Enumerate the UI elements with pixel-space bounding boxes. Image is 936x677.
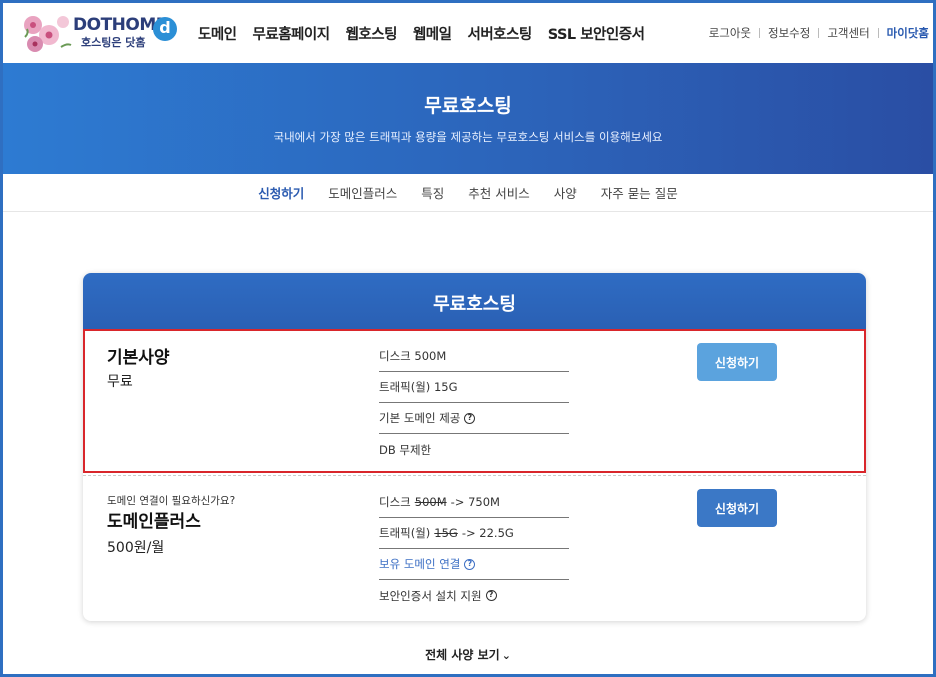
plan-plus-name: 도메인플러스 (107, 512, 201, 532)
plan-plus-pretitle: 도메인 연결이 필요하신가요? (107, 495, 236, 507)
selection-highlight (83, 329, 866, 473)
spec-disk-old: 500M (414, 495, 447, 509)
banner-subtitle: 국내에서 가장 많은 트래픽과 용량을 제공하는 무료호스팅 서비스를 이용해보… (273, 130, 663, 144)
tab-domain-plus[interactable]: 도메인플러스 (328, 183, 397, 202)
spec-traffic-label: 트래픽(월) (379, 526, 431, 540)
nav-server-hosting[interactable]: 서버호스팅 (467, 23, 532, 44)
tab-features[interactable]: 특징 (421, 183, 444, 202)
hosting-plan-card: 무료호스팅 기본사양 무료 디스크 500M 트래픽(월) 15G 기본 도메인… (83, 273, 866, 621)
tab-apply[interactable]: 신청하기 (258, 183, 304, 202)
plan-plus-price: 500원/월 (107, 540, 165, 556)
dothome-logo[interactable]: DOTHOME 호스팅은 닷홈 d (21, 11, 181, 53)
customer-center-link[interactable]: 고객센터 (827, 25, 869, 41)
page-frame: DOTHOME 호스팅은 닷홈 d 도메인 무료홈페이지 웹호스팅 웹메일 서버… (0, 0, 936, 677)
plan-plus-specs: 디스크 500M -> 750M 트래픽(월) 15G -> 22.5G 보유 … (379, 487, 569, 611)
view-all-specs[interactable]: 전체 사양 보기 ⌄ (3, 646, 933, 663)
util-separator (759, 28, 761, 38)
util-separator (877, 28, 879, 38)
spec-disk-label: 디스크 (379, 495, 411, 509)
nav-ssl[interactable]: SSL 보안인증서 (548, 23, 645, 44)
spec-ssl-text: 보안인증서 설치 지원 (379, 588, 482, 603)
plus-apply-button[interactable]: 신청하기 (697, 489, 777, 527)
plan-domain-plus: 도메인 연결이 필요하신가요? 도메인플러스 500원/월 디스크 500M -… (83, 475, 866, 621)
utility-links: 로그아웃 정보수정 고객센터 마이닷홈 (709, 25, 929, 41)
banner-title: 무료호스팅 (424, 95, 512, 117)
nav-free-homepage[interactable]: 무료홈페이지 (253, 23, 331, 44)
edit-profile-link[interactable]: 정보수정 (768, 25, 810, 41)
tab-recommended[interactable]: 추천 서비스 (468, 183, 529, 202)
spec-own-domain-text: 보유 도메인 연결 (379, 557, 461, 571)
question-icon[interactable]: ? (464, 558, 476, 570)
spec-disk-new: -> 750M (450, 495, 500, 509)
site-header: DOTHOME 호스팅은 닷홈 d 도메인 무료홈페이지 웹호스팅 웹메일 서버… (3, 3, 933, 63)
spec-ssl: 보안인증서 설치 지원 ? (379, 580, 569, 611)
tab-faq[interactable]: 자주 묻는 질문 (601, 183, 678, 202)
logout-link[interactable]: 로그아웃 (709, 25, 751, 41)
spec-traffic-new: -> 22.5G (461, 526, 514, 540)
tab-specs[interactable]: 사양 (554, 183, 577, 202)
spec-own-domain[interactable]: 보유 도메인 연결 ? (379, 549, 569, 580)
hero-banner: 무료호스팅 국내에서 가장 많은 트래픽과 용량을 제공하는 무료호스팅 서비스… (3, 63, 933, 174)
spec-traffic-old: 15G (434, 526, 458, 540)
view-all-specs-label: 전체 사양 보기 (425, 648, 500, 662)
spec-disk: 디스크 500M -> 750M (379, 487, 569, 518)
nav-webmail[interactable]: 웹메일 (413, 23, 452, 44)
util-separator (818, 28, 820, 38)
card-header: 무료호스팅 (83, 273, 866, 329)
card-title: 무료호스팅 (433, 294, 516, 315)
question-icon[interactable]: ? (485, 590, 497, 601)
flower-logo-icon (24, 16, 72, 52)
my-dothome-link[interactable]: 마이닷홈 (887, 25, 929, 41)
logo-d-icon: d (153, 17, 177, 41)
main-nav: 도메인 무료홈페이지 웹호스팅 웹메일 서버호스팅 SSL 보안인증서 (198, 23, 645, 44)
nav-domain[interactable]: 도메인 (198, 23, 237, 44)
spec-traffic: 트래픽(월) 15G -> 22.5G (379, 518, 569, 549)
logo-slogan: 호스팅은 닷홈 (81, 36, 146, 49)
chevron-down-icon: ⌄ (501, 649, 511, 662)
nav-web-hosting[interactable]: 웹호스팅 (346, 23, 398, 44)
section-tabs: 신청하기 도메인플러스 특징 추천 서비스 사양 자주 묻는 질문 (3, 174, 933, 212)
